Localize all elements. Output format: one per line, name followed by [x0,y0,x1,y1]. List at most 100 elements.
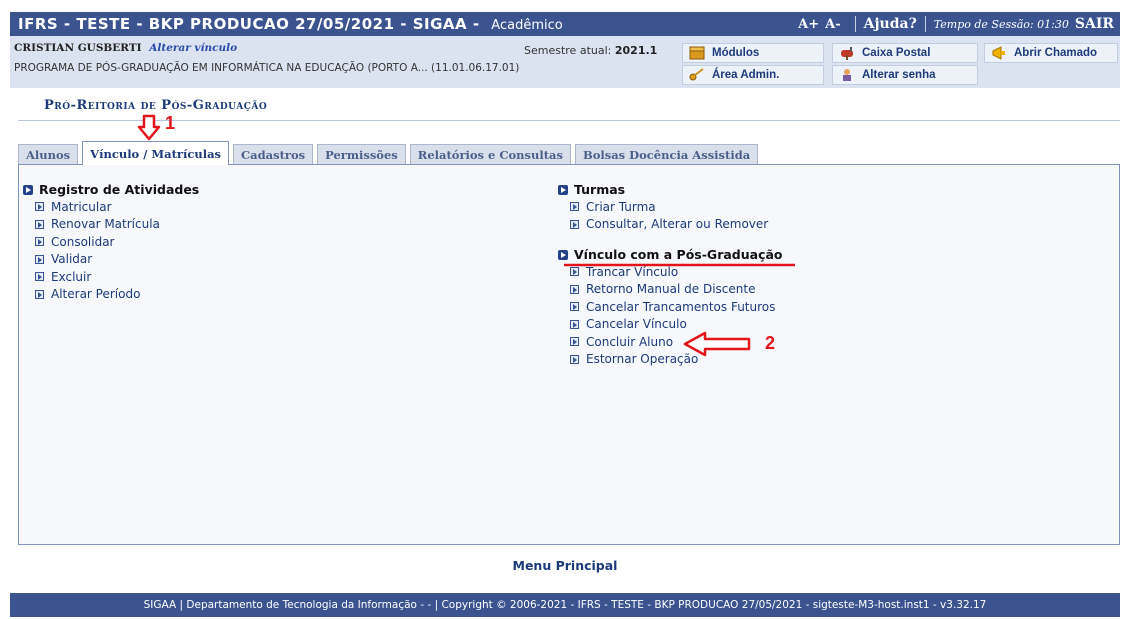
menu-item-consolidar[interactable]: Consolidar [35,233,199,251]
change-link-button[interactable]: Alterar vínculo [149,42,237,54]
open-ticket-label: Abrir Chamado [1014,47,1098,59]
menu-item-validar[interactable]: Validar [35,251,199,269]
program-name: PROGRAMA DE PÓS-GRADUAÇÃO EM INFORMÁTICA… [14,62,520,74]
annotation-step-1: 1 [165,113,176,133]
arrow-bullet-icon [570,219,579,229]
menu-item-label: Excluir [51,269,92,284]
menu-item-renovar-matricula[interactable]: Renovar Matrícula [35,216,199,234]
change-password-button[interactable]: Alterar senha [832,65,978,85]
system-title: IFRS - TESTE - BKP PRODUCAO 27/05/2021 -… [18,15,563,33]
tab-cadastros[interactable]: Cadastros [233,144,314,165]
change-password-label: Alterar senha [862,69,936,81]
menu-group-title-text: Vínculo com a Pós-Graduação [574,247,783,262]
tab-permissoes[interactable]: Permissões [317,144,406,165]
menu-item-label: Cancelar Vínculo [586,317,687,332]
menu-item-label: Consolidar [51,234,115,249]
arrow-bullet-icon [570,319,579,329]
semester-label: Semestre atual: [524,44,612,57]
menu-item-label: Criar Turma [586,199,656,214]
menu-item-alterar-periodo[interactable]: Alterar Período [35,286,199,304]
arrow-bullet-icon [35,237,44,247]
arrow-bullet-icon [570,337,579,347]
mailbox-label: Caixa Postal [862,47,931,59]
logout-button[interactable]: SAIR [1075,16,1114,32]
arrow-bullet-icon [570,284,579,294]
menu-group-title-text: Registro de Atividades [39,182,200,197]
user-line: CRISTIAN GUSBERTI Alterar vínculo [14,42,237,54]
annotation-arrow-left [683,331,751,357]
arrow-bullet-icon [35,272,44,282]
font-decrease-button[interactable]: A- [825,17,840,32]
session-timer: Tempo de Sessão: 01:30 [933,17,1069,31]
arrow-bullet-icon [570,354,579,364]
annotation-step-2: 2 [765,333,776,353]
key-icon [689,68,704,81]
menu-item-consultar-turma[interactable]: Consultar, Alterar ou Remover [570,216,768,234]
menu-group-title: Turmas [558,181,768,198]
menu-group-title: Vínculo com a Pós-Graduação [558,246,783,263]
menu-item-label: Consultar, Alterar ou Remover [586,217,769,232]
arrow-bullet-icon [570,202,579,212]
font-increase-button[interactable]: A+ [798,17,819,32]
left-margin [0,0,10,619]
menu-item-label: Cancelar Trancamentos Futuros [586,299,776,314]
arrow-bullet-icon [35,202,44,212]
menu-item-label: Validar [51,252,93,267]
main-menu-link[interactable]: Menu Principal [0,558,1130,573]
tab-relatorios[interactable]: Relatórios e Consultas [409,144,571,165]
user-info-bar: CRISTIAN GUSBERTI Alterar vínculo PROGRA… [10,36,1120,88]
top-bar-actions: A+ A- Ajuda? Tempo de Sessão: 01:30 SAIR [798,16,1114,32]
menu-group-registro: Registro de Atividades Matricular Renova… [23,181,199,303]
menu-item-label: Concluir Aluno [586,334,674,349]
tab-bolsas[interactable]: Bolsas Docência Assistida [574,144,759,165]
top-bar: IFRS - TESTE - BKP PRODUCAO 27/05/2021 -… [10,12,1120,36]
menu-item-retorno-manual[interactable]: Retorno Manual de Discente [570,281,783,299]
menu-item-label: Renovar Matrícula [51,217,160,232]
admin-area-button[interactable]: Área Admin. [682,65,824,85]
page: IFRS - TESTE - BKP PRODUCAO 27/05/2021 -… [10,0,1120,619]
user-key-icon [843,69,851,81]
admin-area-label: Área Admin. [712,69,780,81]
divider [18,120,1120,121]
tab-alunos[interactable]: Alunos [18,144,79,165]
arrow-bullet-icon [35,254,44,264]
menu-group-title: Registro de Atividades [23,181,199,198]
menu-item-matricular[interactable]: Matricular [35,198,199,216]
tab-bar: Alunos Vínculo / Matrículas Cadastros Pe… [18,141,762,165]
box-icon [689,46,705,60]
mailbox-icon [841,47,853,60]
help-link[interactable]: Ajuda? [864,16,917,32]
open-ticket-button[interactable]: Abrir Chamado [984,43,1118,63]
user-name: CRISTIAN GUSBERTI [14,42,142,54]
mailbox-button[interactable]: Caixa Postal [832,43,978,63]
megaphone-icon [992,46,1005,60]
divider [854,16,856,32]
bullet-icon [558,184,568,195]
menu-item-excluir[interactable]: Excluir [35,268,199,286]
menu-item-cancelar-trancamentos[interactable]: Cancelar Trancamentos Futuros [570,298,783,316]
annotation-arrow-down [137,114,161,141]
menu-item-label: Alterar Período [51,287,141,302]
modules-button[interactable]: Módulos [682,43,824,63]
arrow-bullet-icon [35,289,44,299]
current-semester: Semestre atual: 2021.1 [524,44,657,57]
menu-item-label: Matricular [51,199,112,214]
menu-group-turmas: Turmas Criar Turma Consultar, Alterar ou… [558,181,768,233]
page-title: Pró-Reitoria de Pós-Graduação [44,98,268,113]
subsystem-label: Acadêmico [491,18,563,33]
modules-label: Módulos [712,47,760,59]
semester-value: 2021.1 [614,44,658,57]
arrow-bullet-icon [570,267,579,277]
menu-item-criar-turma[interactable]: Criar Turma [570,198,768,216]
arrow-bullet-icon [35,219,44,229]
footer: SIGAA | Departamento de Tecnologia da In… [10,593,1120,617]
bullet-icon [558,249,568,260]
arrow-bullet-icon [570,302,579,312]
system-title-text: IFRS - TESTE - BKP PRODUCAO 27/05/2021 -… [18,15,480,33]
bullet-icon [23,184,33,195]
menu-item-label: Estornar Operação [586,352,699,367]
menu-item-label: Retorno Manual de Discente [586,282,756,297]
annotation-underline [564,263,795,267]
divider [924,16,926,32]
tab-vinculo-matriculas[interactable]: Vínculo / Matrículas [82,141,230,165]
